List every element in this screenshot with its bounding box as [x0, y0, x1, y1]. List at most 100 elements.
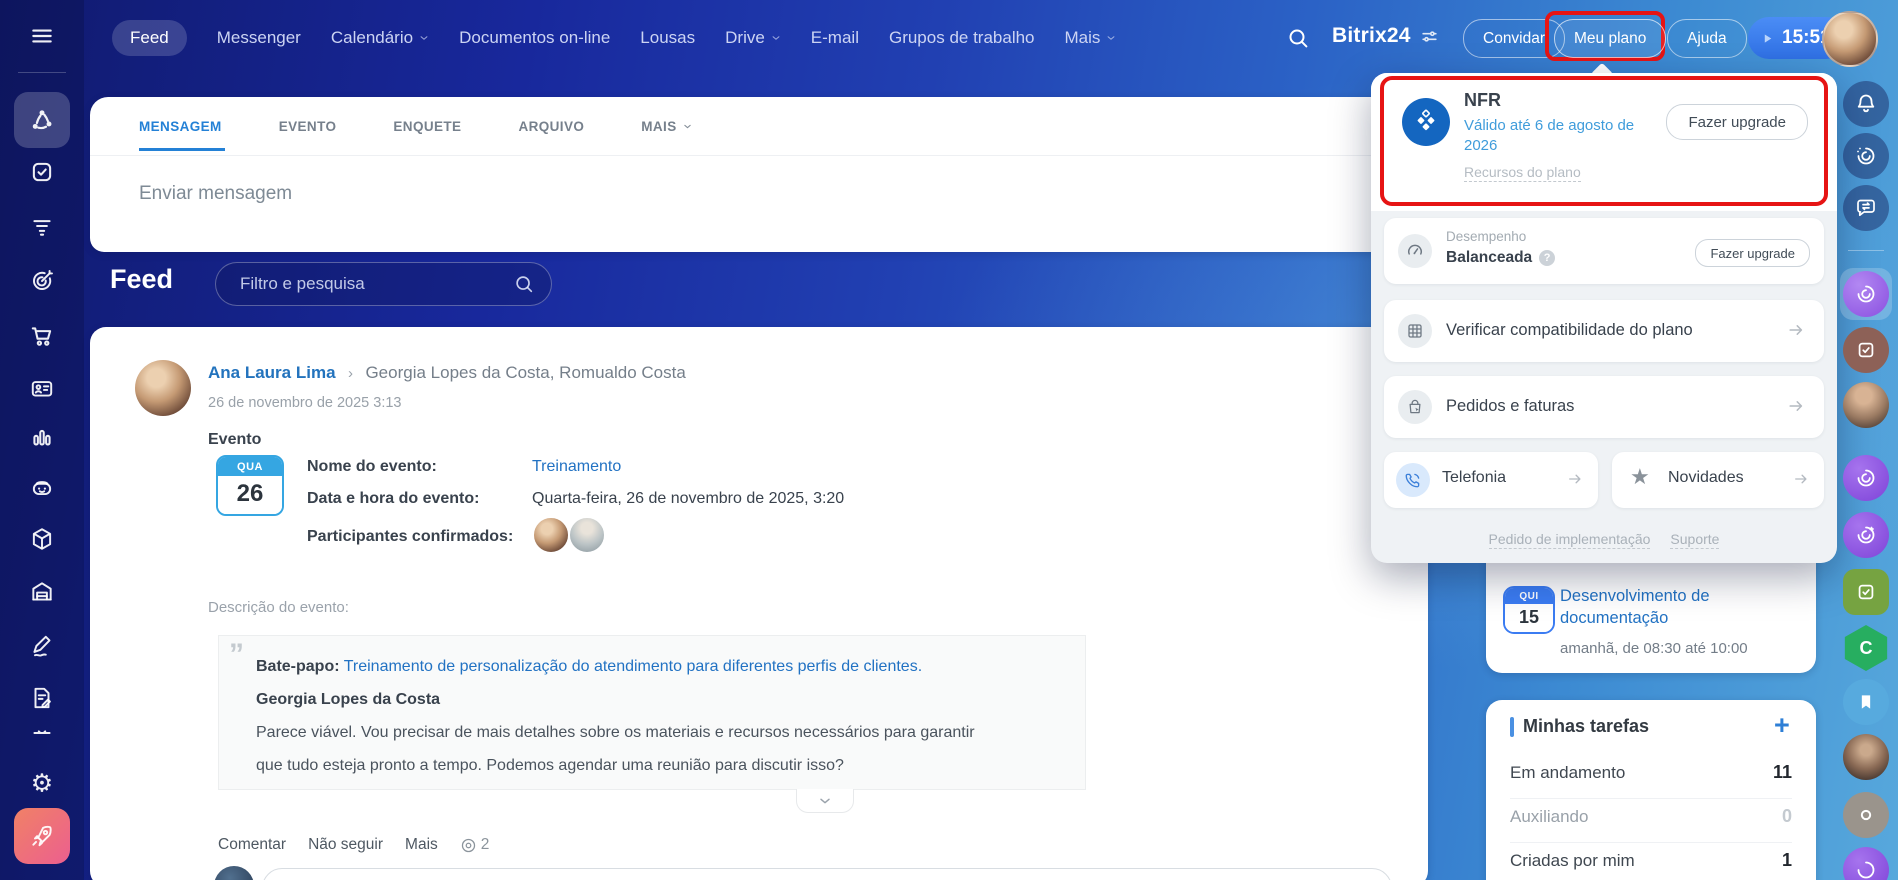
- arrow-right-icon: [1792, 470, 1810, 488]
- copilot-spiral-icon: [1857, 147, 1875, 165]
- news-item[interactable]: ★ Novidades: [1612, 452, 1824, 508]
- event-datetime-label: Data e hora do evento:: [307, 490, 480, 507]
- participant-avatar[interactable]: [568, 516, 606, 554]
- spiral-app-button[interactable]: [1843, 847, 1889, 880]
- task-row-assisting[interactable]: Auxiliando 0: [1510, 806, 1792, 827]
- rail-divider: [1848, 250, 1884, 251]
- support-link[interactable]: Suporte: [1670, 531, 1720, 549]
- tab-enquete[interactable]: ENQUETE: [393, 119, 461, 134]
- search-icon[interactable]: [1286, 26, 1310, 50]
- contact-card-icon[interactable]: [29, 375, 55, 401]
- author-link[interactable]: Ana Laura Lima: [208, 363, 336, 382]
- warehouse-icon[interactable]: [29, 579, 55, 605]
- page-title: Feed: [110, 264, 174, 294]
- rocket-icon[interactable]: [29, 823, 55, 849]
- main-nav: Feed Messenger Calendário Documentos on-…: [112, 19, 1116, 57]
- nav-item-feed[interactable]: Feed: [112, 20, 187, 56]
- post-date[interactable]: 26 de novembro de 2025 3:13: [208, 395, 401, 411]
- sliders-icon: [1421, 30, 1437, 42]
- performance-value: Balanceada ?: [1446, 249, 1556, 267]
- collab-share-icon[interactable]: [28, 106, 56, 134]
- copilot-app-button[interactable]: [1843, 271, 1889, 317]
- package-box-icon[interactable]: [29, 526, 55, 552]
- task-row-created-by-me[interactable]: Criadas por mim 1: [1510, 850, 1792, 871]
- collapse-quote-button[interactable]: [796, 789, 854, 813]
- contact-avatar[interactable]: [1843, 382, 1889, 428]
- help-button[interactable]: Ajuda: [1667, 19, 1747, 58]
- my-plan-button[interactable]: Meu plano: [1554, 19, 1667, 58]
- comment-action[interactable]: Comentar: [218, 836, 286, 854]
- compat-check-item[interactable]: Verificar compatibilidade do plano: [1384, 300, 1824, 362]
- marketing-target-icon[interactable]: [29, 268, 55, 294]
- comment-input[interactable]: [262, 868, 1392, 880]
- contact-avatar[interactable]: [1843, 734, 1889, 780]
- chat-topic-link[interactable]: Treinamento de personalização do atendim…: [344, 658, 922, 675]
- upgrade-button-small[interactable]: Fazer upgrade: [1695, 239, 1810, 267]
- tasks-app-button[interactable]: [1843, 327, 1889, 373]
- more-action[interactable]: Mais: [405, 836, 438, 854]
- settings-gear-icon[interactable]: ⚙: [31, 771, 53, 797]
- tab-mensagem[interactable]: MENSAGEM: [139, 119, 222, 134]
- message-input-placeholder[interactable]: Enviar mensagem: [139, 183, 292, 205]
- ring-app-button[interactable]: [1843, 792, 1889, 838]
- plan-resources-link[interactable]: Recursos do plano: [1464, 164, 1581, 182]
- notifications-bell-button[interactable]: [1843, 81, 1889, 127]
- unfollow-action[interactable]: Não seguir: [308, 836, 383, 854]
- crm-funnel-icon[interactable]: [29, 213, 55, 239]
- bookmark-app-button[interactable]: [1843, 679, 1889, 725]
- tab-arquivo[interactable]: ARQUIVO: [518, 119, 584, 134]
- nav-item-drive[interactable]: Drive: [725, 28, 781, 48]
- spiral-sparkle-app-button[interactable]: [1843, 512, 1889, 558]
- event-name-link[interactable]: Treinamento: [532, 458, 621, 476]
- spiral-app-button[interactable]: [1843, 455, 1889, 501]
- nav-item-messenger[interactable]: Messenger: [217, 28, 301, 48]
- orders-invoices-item[interactable]: Pedidos e faturas: [1384, 376, 1824, 438]
- tasks-icon[interactable]: [29, 159, 55, 185]
- nav-item-documentos[interactable]: Documentos on-line: [459, 28, 610, 48]
- brand-logo[interactable]: Bitrix24: [1332, 24, 1439, 48]
- hexagon-c-app-button[interactable]: C: [1844, 625, 1888, 671]
- nav-item-email[interactable]: E-mail: [811, 28, 859, 48]
- arrow-right-icon: [1786, 320, 1806, 340]
- copilot-button[interactable]: [1843, 133, 1889, 179]
- green-tasks-app-button[interactable]: [1843, 569, 1889, 615]
- more-divider-icon[interactable]: [29, 720, 55, 746]
- tab-mais[interactable]: MAIS: [641, 119, 691, 134]
- user-avatar[interactable]: [1822, 11, 1878, 67]
- sign-pen-icon[interactable]: [29, 633, 55, 659]
- chevron-down-icon: [820, 798, 830, 803]
- tasks-widget: Minhas tarefas + Em andamento 11 Auxilia…: [1486, 700, 1816, 880]
- store-cart-icon[interactable]: [29, 323, 55, 349]
- upgrade-button[interactable]: Fazer upgrade: [1666, 104, 1808, 140]
- messenger-sync-button[interactable]: [1843, 185, 1889, 231]
- nav-item-calendario[interactable]: Calendário: [331, 28, 429, 48]
- help-icon[interactable]: ?: [1539, 250, 1556, 266]
- nav-item-lousas[interactable]: Lousas: [640, 28, 695, 48]
- recipients[interactable]: Georgia Lopes da Costa, Romualdo Costa: [365, 363, 685, 382]
- plan-validity-link[interactable]: Válido até 6 de agosto de 2026: [1464, 116, 1634, 156]
- popup-footer-links: Pedido de implementação Suporte: [1371, 531, 1837, 549]
- row-divider: [1510, 798, 1792, 799]
- post-type-label: Evento: [208, 431, 262, 448]
- sidebar-divider: [18, 72, 66, 73]
- filter-search-input[interactable]: Filtro e pesquisa: [215, 262, 552, 306]
- menu-icon[interactable]: [29, 23, 55, 49]
- calendar-weekday: QUI: [1505, 588, 1553, 604]
- ai-robot-icon[interactable]: [29, 474, 55, 500]
- tasks-widget-header: Minhas tarefas: [1510, 716, 1649, 737]
- nav-item-mais[interactable]: Mais: [1065, 28, 1117, 48]
- tab-evento[interactable]: EVENTO: [279, 119, 337, 134]
- author-avatar[interactable]: [135, 360, 191, 416]
- participant-avatar[interactable]: [532, 516, 570, 554]
- add-task-button[interactable]: +: [1774, 712, 1790, 739]
- nav-item-grupos[interactable]: Grupos de trabalho: [889, 28, 1035, 48]
- bookmark-icon: [1861, 695, 1871, 709]
- implementation-request-link[interactable]: Pedido de implementação: [1488, 531, 1651, 549]
- event-title-link[interactable]: Desenvolvimento de documentação: [1560, 587, 1710, 628]
- chevron-down-icon: [683, 124, 691, 129]
- analytics-chart-icon[interactable]: [29, 425, 55, 451]
- telephony-item[interactable]: Telefonia: [1384, 452, 1598, 508]
- document-edit-icon[interactable]: [29, 685, 55, 711]
- task-row-in-progress[interactable]: Em andamento 11: [1510, 762, 1792, 783]
- chat-label: Bate-papo:: [256, 658, 340, 675]
